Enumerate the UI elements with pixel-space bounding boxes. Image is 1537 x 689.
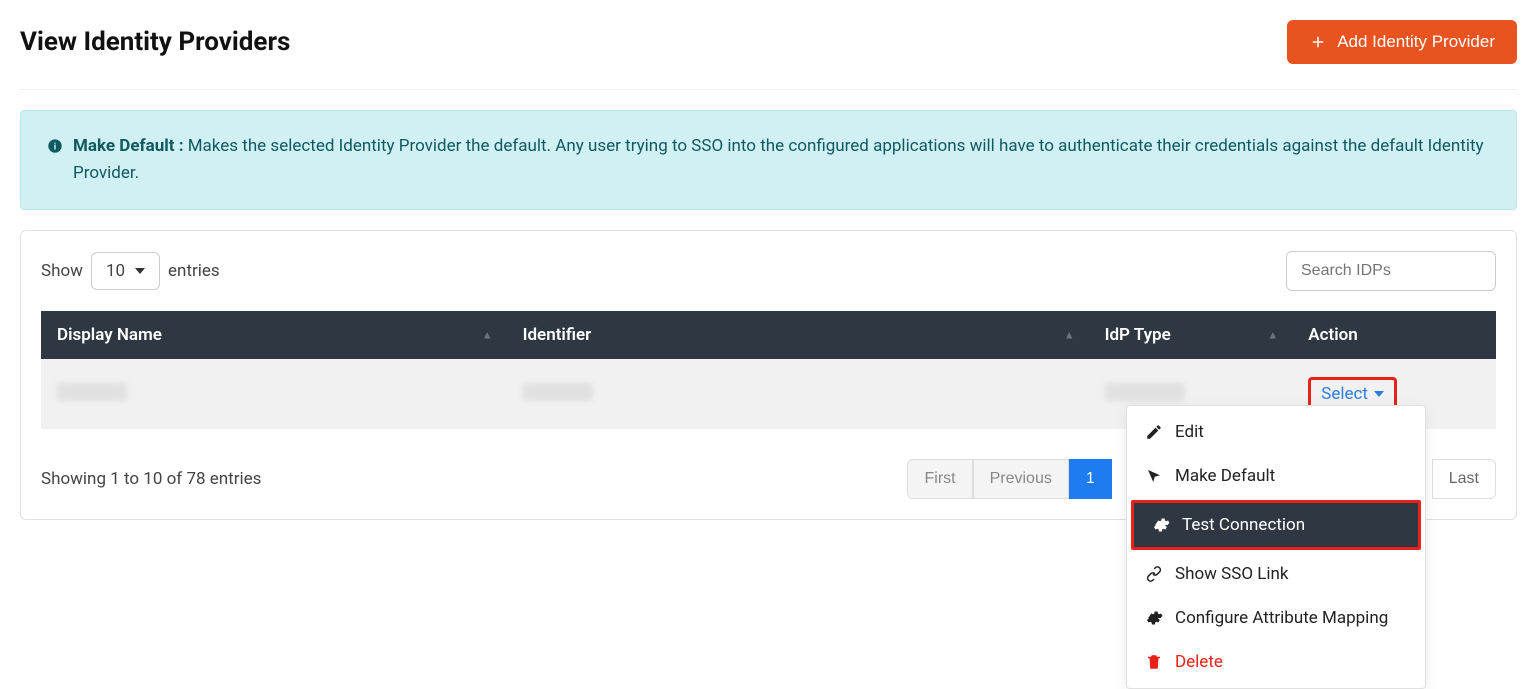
show-label: Show bbox=[41, 261, 83, 281]
dropdown-item-test-connection[interactable]: Test Connection bbox=[1131, 500, 1421, 550]
show-entries-control: Show 10 entries bbox=[41, 252, 220, 290]
dropdown-label: Test Connection bbox=[1182, 515, 1305, 535]
gears-icon bbox=[1152, 516, 1170, 534]
cell-display-name bbox=[57, 383, 127, 401]
col-label: Action bbox=[1308, 325, 1357, 345]
page-last-button[interactable]: Last bbox=[1432, 459, 1496, 499]
svg-text:i: i bbox=[54, 141, 56, 152]
page-header: View Identity Providers Add Identity Pro… bbox=[20, 20, 1517, 90]
idp-table: Display Name ▲ Identifier ▲ IdP Type ▲ A… bbox=[41, 311, 1496, 429]
col-display-name[interactable]: Display Name ▲ bbox=[41, 311, 507, 359]
info-banner: i Make Default : Makes the selected Iden… bbox=[20, 110, 1517, 210]
action-dropdown-menu: Edit Make Default Test Connection S bbox=[1126, 405, 1426, 689]
dropdown-item-delete[interactable]: Delete bbox=[1127, 640, 1425, 684]
page-title: View Identity Providers bbox=[20, 27, 290, 57]
add-button-label: Add Identity Provider bbox=[1337, 32, 1495, 52]
table-card: Show 10 entries Display Name ▲ Identifie… bbox=[20, 230, 1517, 520]
page-1-button[interactable]: 1 bbox=[1069, 459, 1112, 499]
sort-arrow-icon: ▲ bbox=[482, 329, 493, 342]
page-first-button[interactable]: First bbox=[907, 459, 972, 499]
showing-entries-text: Showing 1 to 10 of 78 entries bbox=[41, 469, 261, 489]
col-identifier[interactable]: Identifier ▲ bbox=[507, 311, 1089, 359]
dropdown-item-make-default[interactable]: Make Default bbox=[1127, 454, 1425, 498]
cursor-icon bbox=[1145, 467, 1163, 485]
page-previous-button[interactable]: Previous bbox=[973, 459, 1069, 499]
trash-icon bbox=[1145, 653, 1163, 671]
dropdown-item-edit[interactable]: Edit bbox=[1127, 410, 1425, 454]
gear-icon bbox=[1145, 609, 1163, 627]
cell-identifier bbox=[523, 383, 593, 401]
dropdown-label: Show SSO Link bbox=[1175, 564, 1289, 584]
table-row: Select Edit Make Default bbox=[41, 359, 1496, 429]
dropdown-label: Make Default bbox=[1175, 466, 1275, 486]
col-idp-type[interactable]: IdP Type ▲ bbox=[1089, 311, 1293, 359]
link-icon bbox=[1145, 565, 1163, 583]
dropdown-label: Delete bbox=[1175, 652, 1223, 672]
col-action: Action bbox=[1292, 311, 1496, 359]
caret-down-icon bbox=[1374, 391, 1384, 397]
chevron-down-icon bbox=[135, 268, 145, 274]
search-input[interactable] bbox=[1286, 251, 1496, 291]
dropdown-label: Edit bbox=[1175, 422, 1204, 442]
dropdown-label: Configure Attribute Mapping bbox=[1175, 608, 1388, 628]
page-size-select[interactable]: 10 bbox=[91, 252, 160, 290]
dropdown-item-show-sso-link[interactable]: Show SSO Link bbox=[1127, 552, 1425, 596]
info-banner-text: Makes the selected Identity Provider the… bbox=[73, 136, 1484, 183]
plus-icon bbox=[1309, 33, 1327, 51]
edit-icon bbox=[1145, 423, 1163, 441]
col-label: Identifier bbox=[523, 325, 592, 345]
sort-arrow-icon: ▲ bbox=[1267, 329, 1278, 342]
col-label: IdP Type bbox=[1105, 325, 1171, 345]
cell-idp-type bbox=[1105, 383, 1185, 401]
select-label: Select bbox=[1321, 384, 1368, 404]
entries-label: entries bbox=[168, 261, 220, 281]
info-icon: i bbox=[47, 136, 63, 163]
dropdown-item-configure-attribute-mapping[interactable]: Configure Attribute Mapping bbox=[1127, 596, 1425, 640]
add-identity-provider-button[interactable]: Add Identity Provider bbox=[1287, 20, 1517, 64]
sort-arrow-icon: ▲ bbox=[1064, 329, 1075, 342]
page-size-value: 10 bbox=[106, 261, 125, 281]
table-toolbar: Show 10 entries bbox=[41, 251, 1496, 291]
col-label: Display Name bbox=[57, 325, 162, 345]
info-banner-strong: Make Default : bbox=[73, 136, 184, 156]
